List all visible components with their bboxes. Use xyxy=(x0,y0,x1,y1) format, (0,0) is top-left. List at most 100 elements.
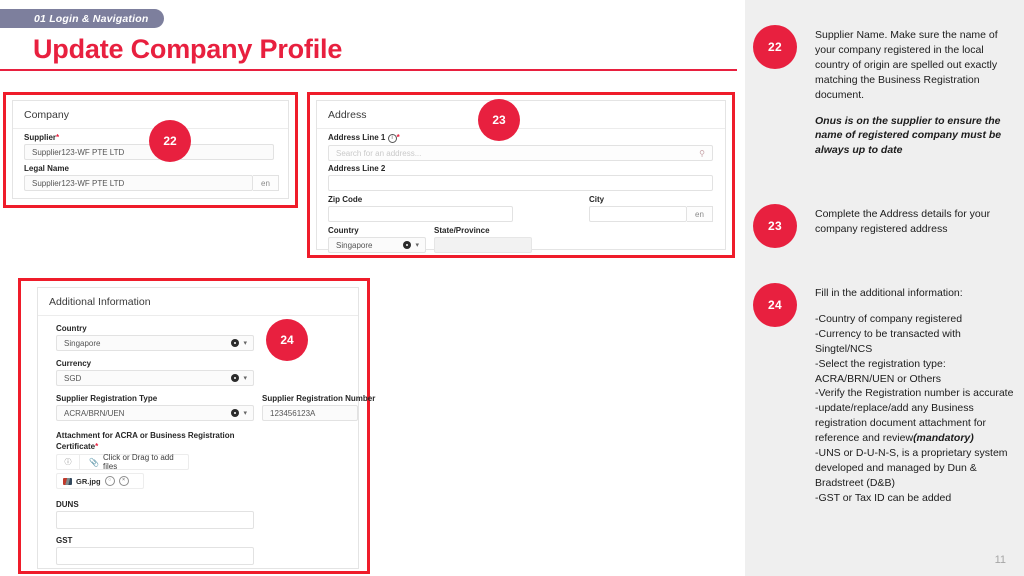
address-country-controls: ▾ xyxy=(403,241,425,249)
note-23-paragraph-1: Complete the Address details for your co… xyxy=(815,208,991,235)
gst-field: GST xyxy=(56,536,254,565)
city-input[interactable] xyxy=(589,206,687,222)
additional-country-select[interactable]: Singapore ▾ xyxy=(56,335,254,351)
note-24-body: Fill in the additional information: -Cou… xyxy=(815,286,1015,506)
address-country-field: Country Singapore ▾ xyxy=(328,226,426,253)
currency-field: Currency SGD ▾ xyxy=(56,359,254,386)
required-asterisk: * xyxy=(95,442,99,451)
address-line-2-field: Address Line 2 xyxy=(328,164,713,191)
additional-country-value: Singapore xyxy=(64,338,101,348)
chevron-down-icon[interactable]: ▾ xyxy=(243,339,247,347)
required-asterisk: * xyxy=(56,133,60,142)
duns-input[interactable] xyxy=(56,511,254,529)
attachment-label-line-2: Certificate* xyxy=(56,442,99,451)
address-line-2-input[interactable] xyxy=(328,175,713,191)
callout-badge-24-overlay: 24 xyxy=(266,319,308,361)
supplier-input-value: Supplier123-WF PTE LTD xyxy=(32,147,125,157)
currency-controls: ▾ xyxy=(231,374,253,382)
clear-icon[interactable] xyxy=(403,241,412,249)
tab-pill-label: 01 Login & Navigation xyxy=(34,12,149,25)
section-tab-pill: 01 Login & Navigation xyxy=(0,9,165,28)
zip-code-label: Zip Code xyxy=(328,195,363,204)
address-card: Address Address Line 1 i * Search for an … xyxy=(316,100,726,253)
address-line-1-field: Address Line 1 i * Search for an address.… xyxy=(328,133,713,161)
note-24-bullets-before: -Country of company registered -Currency… xyxy=(815,312,1014,445)
gst-label: GST xyxy=(56,536,73,545)
attachment-upload-row: ⓘ 📎 Click or Drag to add files xyxy=(56,453,276,471)
clear-icon[interactable] xyxy=(231,339,240,347)
address-line-1-input[interactable]: Search for an address... ⚲ xyxy=(328,145,713,161)
zip-code-input[interactable] xyxy=(328,206,513,222)
registration-type-select[interactable]: ACRA/BRN/UEN ▾ xyxy=(56,405,254,421)
currency-select[interactable]: SGD ▾ xyxy=(56,370,254,386)
search-icon[interactable]: ⚲ xyxy=(699,149,712,158)
registration-type-label: Supplier Registration Type xyxy=(56,394,158,403)
additional-information-screenshot: Additional Information Country Singapore… xyxy=(18,278,376,574)
currency-value: SGD xyxy=(64,373,82,383)
address-line-2-label: Address Line 2 xyxy=(328,164,386,173)
state-province-input[interactable] xyxy=(434,237,532,253)
city-language-suffix: en xyxy=(687,206,713,222)
duns-label: DUNS xyxy=(56,500,79,509)
legal-name-row: Supplier123-WF PTE LTD en xyxy=(24,175,279,191)
eye-icon[interactable]: ○ xyxy=(104,476,115,486)
page-number: 11 xyxy=(994,554,1006,566)
note-22-body: Supplier Name. Make sure the name of you… xyxy=(815,28,1015,158)
additional-country-controls: ▾ xyxy=(231,339,253,347)
remove-icon[interactable]: × xyxy=(118,476,129,486)
registration-type-value: ACRA/BRN/UEN xyxy=(64,408,125,418)
legal-name-field: Legal Name Supplier123-WF PTE LTD en xyxy=(24,164,279,191)
legal-name-input[interactable]: Supplier123-WF PTE LTD xyxy=(24,175,253,191)
gst-input[interactable] xyxy=(56,547,254,565)
note-badge-23: 23 xyxy=(753,204,797,248)
note-24-bullets-after: -UNS or D-U-N-S, is a proprietary system… xyxy=(815,447,1008,504)
registration-number-field: Supplier Registration Number 123456123A xyxy=(262,394,376,421)
registration-type-controls: ▾ xyxy=(231,409,253,417)
attachment-dropzone-text: Click or Drag to add files xyxy=(102,453,174,471)
additional-information-card: Additional Information Country Singapore… xyxy=(37,287,376,569)
note-24-bullets: -Country of company registered -Currency… xyxy=(815,312,1015,506)
registration-number-input[interactable]: 123456123A xyxy=(262,405,358,421)
chevron-down-icon[interactable]: ▾ xyxy=(243,409,247,417)
address-line-1-label: Address Line 1 i * xyxy=(328,133,400,143)
info-icon[interactable]: ⓘ xyxy=(56,454,80,470)
state-province-label: State/Province xyxy=(434,226,490,235)
address-country-value: Singapore xyxy=(336,240,373,250)
clear-icon[interactable] xyxy=(231,409,240,417)
registration-number-label: Supplier Registration Number xyxy=(262,394,376,403)
legal-name-input-value: Supplier123-WF PTE LTD xyxy=(32,178,125,188)
note-24-emphasis: (mandatory) xyxy=(913,432,974,445)
duns-field: DUNS xyxy=(56,500,254,529)
chevron-down-icon[interactable]: ▾ xyxy=(243,374,247,382)
note-24-intro: Fill in the additional information: xyxy=(815,287,963,299)
additional-country-label: Country xyxy=(56,324,87,333)
address-country-select[interactable]: Singapore ▾ xyxy=(328,237,426,253)
page-title: Update Company Profile xyxy=(33,34,343,64)
image-thumbnail-icon xyxy=(63,477,72,485)
city-row: en xyxy=(589,206,713,222)
registration-number-value: 123456123A xyxy=(270,408,316,418)
legal-name-label: Legal Name xyxy=(24,164,69,173)
attachment-label-line-1: Attachment for ACRA or Business Registra… xyxy=(56,431,235,440)
currency-label: Currency xyxy=(56,359,92,368)
state-province-field: State/Province xyxy=(434,226,532,253)
clear-icon[interactable] xyxy=(231,374,240,382)
annotation-rail: 22 Supplier Name. Make sure the name of … xyxy=(745,0,1024,576)
callout-badge-22-overlay: 22 xyxy=(149,120,191,162)
address-screenshot: Address Address Line 1 i * Search for an … xyxy=(307,92,735,258)
note-22-paragraph-2: Onus is on the supplier to ensure the na… xyxy=(815,114,1002,157)
title-divider xyxy=(0,69,737,71)
address-line-1-placeholder: Search for an address... xyxy=(336,148,422,158)
attachment-dropzone[interactable]: 📎 Click or Drag to add files xyxy=(80,453,189,471)
zip-code-field: Zip Code xyxy=(328,195,513,222)
attachment-file-chip[interactable]: GR.jpg ○ × xyxy=(56,473,144,489)
required-asterisk: * xyxy=(396,133,400,142)
info-icon[interactable]: i xyxy=(387,134,397,143)
note-badge-22: 22 xyxy=(753,25,797,69)
legal-name-language-suffix: en xyxy=(253,175,279,191)
city-field: City en xyxy=(589,195,713,222)
chevron-down-icon[interactable]: ▾ xyxy=(415,241,419,249)
attachment-file-name: GR.jpg xyxy=(76,476,101,486)
additional-card-heading: Additional Information xyxy=(38,288,358,316)
attachment-field: Attachment for ACRA or Business Registra… xyxy=(56,431,276,489)
